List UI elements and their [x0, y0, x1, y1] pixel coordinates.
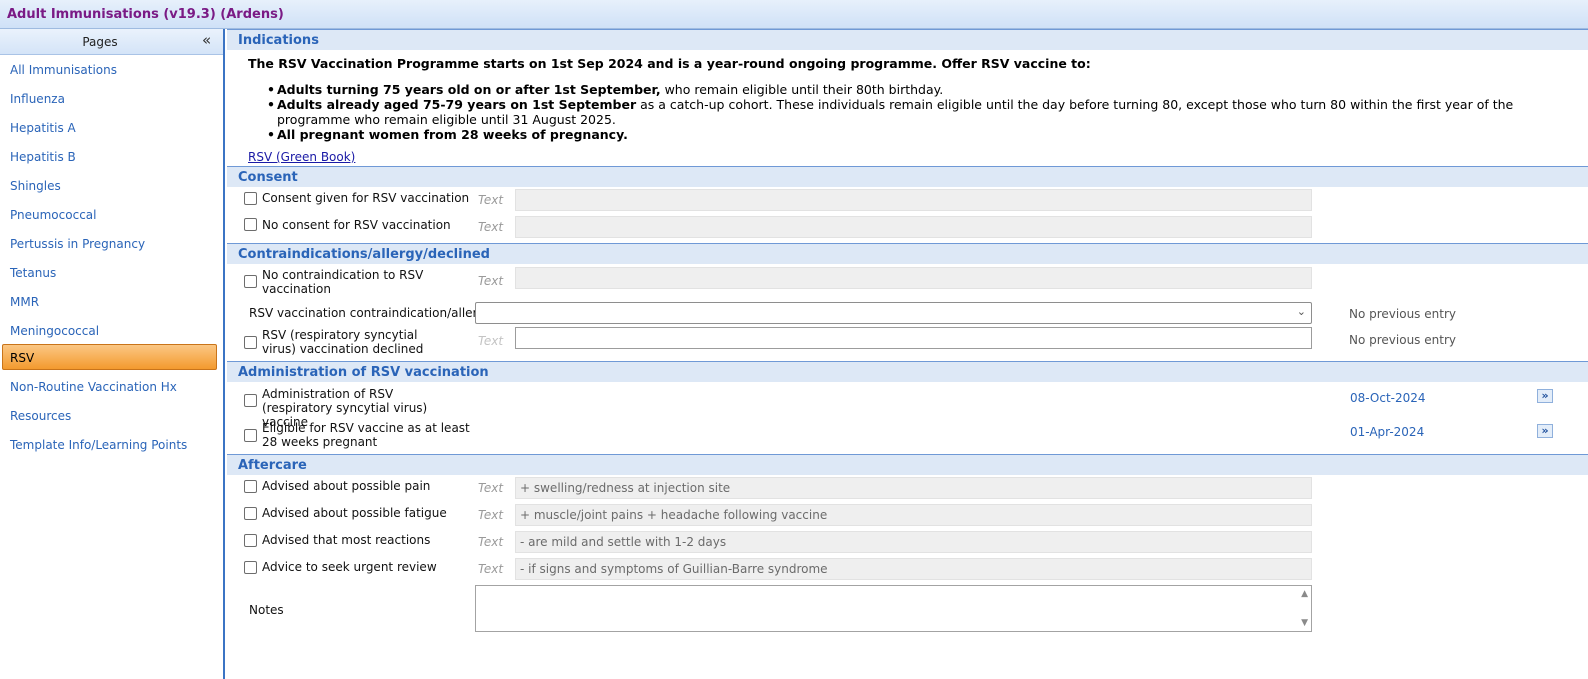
section-header-consent: Consent	[227, 166, 1588, 187]
sidebar-item-mmr[interactable]: MMR	[0, 289, 219, 315]
consent-given-label: Consent given for RSV vaccination	[262, 191, 470, 205]
sidebar-item-tetanus[interactable]: Tetanus	[0, 260, 219, 286]
section-title: Consent	[238, 170, 298, 185]
section-header-aftercare: Aftercare	[227, 454, 1588, 475]
sidebar-item-shingles[interactable]: Shingles	[0, 173, 219, 199]
contraindication-allergy-select[interactable]: ⌄	[475, 302, 1312, 324]
sidebar-item-resources[interactable]: Resources	[0, 403, 219, 429]
sidebar-item-rsv[interactable]: RSV	[2, 344, 217, 370]
section-header-administration: Administration of RSV vaccination	[227, 361, 1588, 382]
no-consent-checkbox[interactable]	[244, 218, 257, 231]
advised-fatigue-label: Advised about possible fatigue	[262, 506, 447, 520]
sidebar-item-hepatitis-b[interactable]: Hepatitis B	[0, 144, 219, 170]
history-expand-button[interactable]: »	[1537, 424, 1553, 438]
text-hint: Text	[478, 334, 504, 348]
advised-pain-label: Advised about possible pain	[262, 479, 431, 493]
advised-reactions-checkbox[interactable]	[244, 534, 257, 547]
previous-entry-text: No previous entry	[1349, 333, 1456, 347]
vaccination-declined-label: RSV (respiratory syncytial virus) vaccin…	[262, 328, 424, 356]
indications-list: Adults turning 75 years old on or after …	[267, 82, 1567, 142]
text-hint: Text	[478, 508, 504, 522]
administration-date: 08-Oct-2024	[1350, 391, 1426, 405]
advised-fatigue-checkbox[interactable]	[244, 507, 257, 520]
sidebar-item-all-immunisations[interactable]: All Immunisations	[0, 57, 219, 83]
text-hint: Text	[478, 220, 504, 234]
section-header-indications: Indications	[227, 29, 1588, 50]
text-hint: Text	[478, 535, 504, 549]
main-panel: Indications The RSV Vaccination Programm…	[227, 29, 1588, 679]
sidebar-item-non-routine[interactable]: Non-Routine Vaccination Hx	[0, 374, 219, 400]
vaccination-declined-checkbox[interactable]	[244, 336, 257, 349]
section-header-contraindications: Contraindications/allergy/declined	[227, 243, 1588, 264]
urgent-review-text-input[interactable]: - if signs and symptoms of Guillian-Barr…	[515, 558, 1312, 580]
advised-reactions-label: Advised that most reactions	[262, 533, 431, 547]
notes-textarea[interactable]: ▲ ▼	[475, 585, 1312, 632]
sidebar-item-hepatitis-a[interactable]: Hepatitis A	[0, 115, 219, 141]
scroll-down-icon[interactable]: ▼	[1301, 618, 1308, 628]
collapse-sidebar-icon[interactable]: «	[202, 31, 211, 49]
section-title: Indications	[238, 33, 319, 48]
eligible-date: 01-Apr-2024	[1350, 425, 1425, 439]
consent-given-checkbox[interactable]	[244, 192, 257, 205]
no-consent-text-input[interactable]	[515, 216, 1312, 238]
eligible-28-weeks-label: Eligible for RSV vaccine as at least 28 …	[262, 421, 470, 449]
section-title: Contraindications/allergy/declined	[238, 247, 490, 262]
sidebar-header: Pages «	[0, 29, 223, 55]
advised-pain-text-input[interactable]: + swelling/redness at injection site	[515, 477, 1312, 499]
contraindication-select-label: RSV vaccination contraindication/allergy	[249, 306, 492, 320]
previous-entry-text: No previous entry	[1349, 307, 1456, 321]
sidebar-item-meningococcal[interactable]: Meningococcal	[0, 318, 219, 344]
text-hint: Text	[478, 481, 504, 495]
sidebar-item-pertussis[interactable]: Pertussis in Pregnancy	[0, 231, 219, 257]
section-title: Aftercare	[238, 458, 307, 473]
advised-reactions-text-input[interactable]: - are mild and settle with 1-2 days	[515, 531, 1312, 553]
list-item: Adults turning 75 years old on or after …	[267, 82, 1567, 97]
vaccination-declined-text-input[interactable]	[515, 327, 1312, 349]
advised-pain-checkbox[interactable]	[244, 480, 257, 493]
notes-label: Notes	[249, 603, 284, 617]
text-hint: Text	[478, 562, 504, 576]
window-titlebar: Adult Immunisations (v19.3) (Ardens)	[0, 0, 1588, 29]
history-expand-button[interactable]: »	[1537, 389, 1553, 403]
sidebar-title: Pages	[82, 35, 118, 49]
urgent-review-label: Advice to seek urgent review	[262, 560, 437, 574]
green-book-link[interactable]: RSV (Green Book)	[248, 150, 355, 164]
text-hint: Text	[478, 193, 504, 207]
sidebar-item-pneumococcal[interactable]: Pneumococcal	[0, 202, 219, 228]
consent-given-text-input[interactable]	[515, 189, 1312, 211]
rsv-administration-checkbox[interactable]	[244, 394, 257, 407]
advised-fatigue-text-input[interactable]: + muscle/joint pains + headache followin…	[515, 504, 1312, 526]
indications-intro: The RSV Vaccination Programme starts on …	[248, 56, 1091, 71]
no-contraindication-label: No contraindication to RSV vaccination	[262, 268, 424, 296]
urgent-review-checkbox[interactable]	[244, 561, 257, 574]
chevron-down-icon: ⌄	[1296, 305, 1306, 318]
section-title: Administration of RSV vaccination	[238, 365, 489, 380]
scroll-up-icon[interactable]: ▲	[1301, 589, 1308, 599]
eligible-28-weeks-checkbox[interactable]	[244, 429, 257, 442]
no-contraindication-text-input[interactable]	[515, 267, 1312, 289]
pages-sidebar: Pages « All Immunisations Influenza Hepa…	[0, 29, 225, 679]
text-hint: Text	[478, 274, 504, 288]
list-item: All pregnant women from 28 weeks of preg…	[267, 127, 1567, 142]
no-contraindication-checkbox[interactable]	[244, 275, 257, 288]
window-title: Adult Immunisations (v19.3) (Ardens)	[7, 7, 284, 22]
sidebar-item-template-info[interactable]: Template Info/Learning Points	[0, 432, 219, 458]
no-consent-label: No consent for RSV vaccination	[262, 218, 451, 232]
sidebar-item-influenza[interactable]: Influenza	[0, 86, 219, 112]
list-item: Adults already aged 75-79 years on 1st S…	[267, 97, 1567, 127]
